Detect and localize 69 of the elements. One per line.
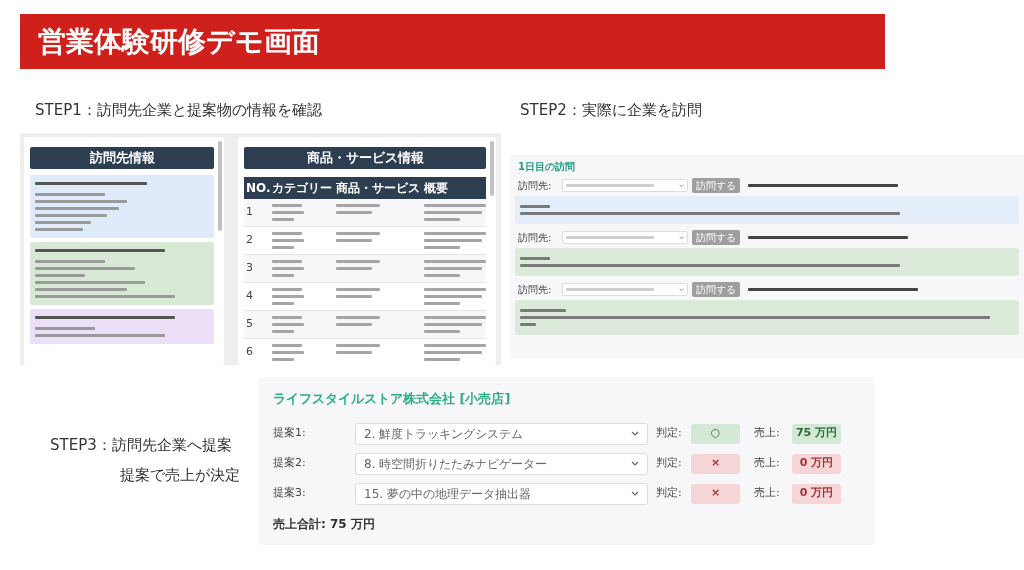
table-cell: 1 xyxy=(244,199,270,227)
text-lines-drawing xyxy=(336,286,380,300)
text-lines-drawing xyxy=(424,286,486,307)
field-label: 訪問先: xyxy=(518,179,553,193)
text-lines-drawing xyxy=(336,258,380,272)
chevron-down-icon xyxy=(631,460,639,467)
step-caption: 提案で売上が決定 xyxy=(120,465,240,486)
field-label: 売上: xyxy=(754,455,781,472)
field-label: 提案2: xyxy=(273,455,307,472)
text-lines-drawing xyxy=(272,342,304,363)
field-label: 判定: xyxy=(656,425,683,442)
sales-badge: 0 万円 xyxy=(792,453,841,474)
field-label: 判定: xyxy=(656,455,683,472)
field-label: 売上: xyxy=(754,425,781,442)
panel-heading: 訪問先情報 xyxy=(89,149,155,168)
column-header: 概要 xyxy=(422,177,486,199)
company-heading: ライフスタイルストア株式会社 [小売店] xyxy=(273,390,512,408)
table-cell: 3 xyxy=(244,254,270,283)
table-cell: 5 xyxy=(244,310,270,339)
chevron-down-icon xyxy=(631,490,639,497)
step-caption: STEP1：訪問先企業と提案物の情報を確認 xyxy=(35,100,322,121)
step-caption: STEP2：実際に企業を訪問 xyxy=(520,100,702,121)
column-header: NO. xyxy=(244,177,270,199)
text-lines-drawing xyxy=(424,342,486,363)
sales-total: 売上合計: 75 万円 xyxy=(273,515,376,533)
text-lines-drawing xyxy=(336,314,380,328)
field-label: 訪問先: xyxy=(518,283,553,297)
judgement-badge: × xyxy=(691,483,740,504)
text-lines-drawing xyxy=(272,314,304,335)
text-lines-drawing xyxy=(336,230,380,244)
company-select[interactable] xyxy=(562,231,688,244)
field-label: 提案1: xyxy=(273,425,307,442)
column-header: 商品・サービス xyxy=(334,177,422,199)
judgement-badge: ○ xyxy=(691,423,740,444)
text-lines-drawing xyxy=(336,202,380,216)
field-label: 提案3: xyxy=(273,485,307,502)
text-lines-drawing xyxy=(424,314,486,335)
chevron-down-icon xyxy=(631,430,639,437)
text-lines-drawing xyxy=(272,202,304,223)
field-label: 売上: xyxy=(754,485,781,502)
text-lines-drawing xyxy=(336,342,380,356)
day-heading: 1日目の訪問 xyxy=(518,160,576,174)
field-label: 判定: xyxy=(656,485,683,502)
text-lines-drawing xyxy=(424,258,486,279)
chevron-down-icon xyxy=(679,287,684,292)
step-caption: STEP3：訪問先企業へ提案 xyxy=(50,435,232,456)
table-cell: 4 xyxy=(244,282,270,311)
column-header: カテゴリー xyxy=(270,177,334,199)
proposal-select[interactable]: 8. 時空間折りたたみナビゲーター xyxy=(355,452,648,475)
field-label: 訪問先: xyxy=(518,231,553,245)
slide-title: 営業体験研修デモ画面 xyxy=(38,23,320,60)
table-cell: 2 xyxy=(244,226,270,255)
company-select[interactable] xyxy=(562,283,688,296)
sales-badge: 0 万円 xyxy=(792,483,841,504)
chevron-down-icon xyxy=(679,183,684,188)
text-lines-drawing xyxy=(272,230,304,251)
text-lines-drawing xyxy=(272,258,304,279)
text-lines-drawing xyxy=(424,230,486,251)
chevron-down-icon xyxy=(679,235,684,240)
proposal-select[interactable]: 2. 鮮度トラッキングシステム xyxy=(355,422,648,445)
panel-heading: 商品・サービス情報 xyxy=(306,149,424,168)
proposal-select[interactable]: 15. 夢の中の地理データ抽出器 xyxy=(355,482,648,505)
company-select[interactable] xyxy=(562,179,688,192)
text-lines-drawing xyxy=(272,286,304,307)
judgement-badge: × xyxy=(691,453,740,474)
scrollbar-thumb xyxy=(490,141,494,196)
table-cell: 6 xyxy=(244,338,270,365)
text-lines-drawing xyxy=(424,202,486,223)
sales-badge: 75 万円 xyxy=(792,423,841,444)
